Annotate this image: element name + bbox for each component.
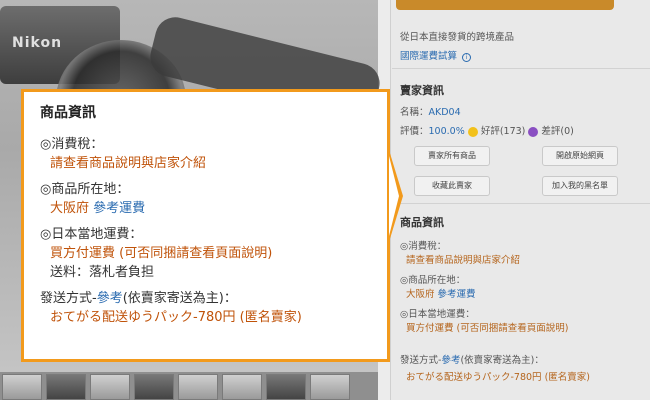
divider: [392, 203, 650, 204]
seller-heading: 賣家資訊: [400, 84, 444, 97]
thumbnail-strip: [0, 372, 378, 400]
seller-name-link[interactable]: AKD04: [429, 107, 461, 118]
favorite-seller-button[interactable]: 收藏此賣家: [414, 176, 490, 196]
shipping-calc-label[interactable]: 國際運費試算: [400, 51, 457, 62]
sidebar-send-note: (依賣家寄送為主)：: [460, 355, 544, 366]
popup-send-row: 發送方式-參考(依賣家寄送為主)：: [40, 290, 371, 307]
sidebar-product-heading: 商品資訊: [400, 216, 444, 229]
thumbnail[interactable]: [134, 374, 174, 400]
bad-rating[interactable]: 差評(0): [541, 126, 573, 137]
cross-border-note: 從日本直接發貨的跨境產品: [400, 32, 515, 43]
thumbnail[interactable]: [46, 374, 86, 400]
sidebar-location-row: 大阪府 參考運費: [406, 286, 476, 300]
sidebar-tax-value: 請查看商品說明與店家介紹: [406, 255, 521, 266]
popup-send-link[interactable]: 參考: [97, 291, 123, 306]
smile-icon: [467, 126, 478, 137]
popup-domestic-value: 買方付運費 (可否同捆請查看頁面說明): [50, 246, 273, 261]
divider: [392, 68, 650, 69]
popup-send-label: 發送方式-: [40, 291, 97, 306]
sidebar-send-label: 發送方式-: [400, 355, 442, 366]
seller-name-label: 名稱：: [400, 107, 429, 118]
good-rating[interactable]: 好評(173): [481, 126, 526, 137]
info-icon: i: [462, 53, 472, 62]
thumbnail[interactable]: [2, 374, 42, 400]
popup-domestic-extra: 送料：落札者負担: [50, 265, 155, 280]
sidebar-send-link[interactable]: 參考: [441, 355, 460, 366]
sidebar-send-row: 發送方式-參考(依賣家寄送為主)：: [400, 352, 544, 366]
popup-tax-label: ◎消費稅：: [40, 137, 104, 152]
seller-items-button[interactable]: 賣家所有商品: [414, 146, 490, 166]
shipping-calc-link[interactable]: 國際運費試算 i: [400, 48, 472, 62]
rating-percent: 100.0%: [428, 126, 465, 137]
popup-send-value: おてがる配送ゆうパック-780円 (匿名賣家): [50, 310, 302, 325]
product-info-popup: 商品資訊 ◎消費稅： 請查看商品說明與店家介紹 ◎商品所在地： 大阪府 參考運費…: [21, 89, 390, 362]
blacklist-button[interactable]: 加入我的黑名單: [542, 176, 618, 196]
popup-title: 商品資訊: [40, 105, 96, 121]
sidebar-domestic-value: 買方付運費 (可否同捆請查看頁面說明): [406, 323, 569, 334]
open-original-button[interactable]: 開啟原始網頁: [542, 146, 618, 166]
thumbnail[interactable]: [90, 374, 130, 400]
seller-name-row: 名稱：AKD04: [400, 104, 461, 118]
popup-shipping-ref-link[interactable]: 參考運費: [93, 201, 145, 216]
sidebar-tax-label: ◎消費稅：: [400, 241, 447, 252]
sidebar-send-value: おてがる配送ゆうパック-780円 (匿名賣家): [406, 372, 590, 383]
sidebar-domestic-label: ◎日本當地運費：: [400, 309, 475, 320]
sidebar-shipping-ref-link[interactable]: 參考運費: [438, 289, 476, 300]
rating-label: 評價：: [400, 126, 429, 137]
devil-icon: [528, 126, 539, 137]
popup-domestic-label: ◎日本當地運費：: [40, 227, 143, 242]
sidebar-location-label: ◎商品所在地：: [400, 275, 466, 286]
popup-send-note: (依賣家寄送為主)：: [122, 291, 237, 306]
popup-location-value: 大阪府: [50, 201, 90, 216]
sidebar-location-value: 大阪府: [406, 289, 435, 300]
thumbnail[interactable]: [310, 374, 350, 400]
buy-button[interactable]: [396, 0, 614, 10]
popup-pointer-inner: [389, 156, 399, 236]
popup-location-label: ◎商品所在地：: [40, 182, 130, 197]
seller-rating-row: 評價：100.0% 好評(173) 差評(0): [400, 123, 574, 137]
popup-tax-value: 請查看商品說明與店家介紹: [50, 156, 207, 171]
thumbnail[interactable]: [222, 374, 262, 400]
thumbnail[interactable]: [178, 374, 218, 400]
popup-location-row: 大阪府 參考運費: [40, 200, 371, 217]
thumbnail[interactable]: [266, 374, 306, 400]
camera-brand-text: Nikon: [12, 35, 63, 51]
